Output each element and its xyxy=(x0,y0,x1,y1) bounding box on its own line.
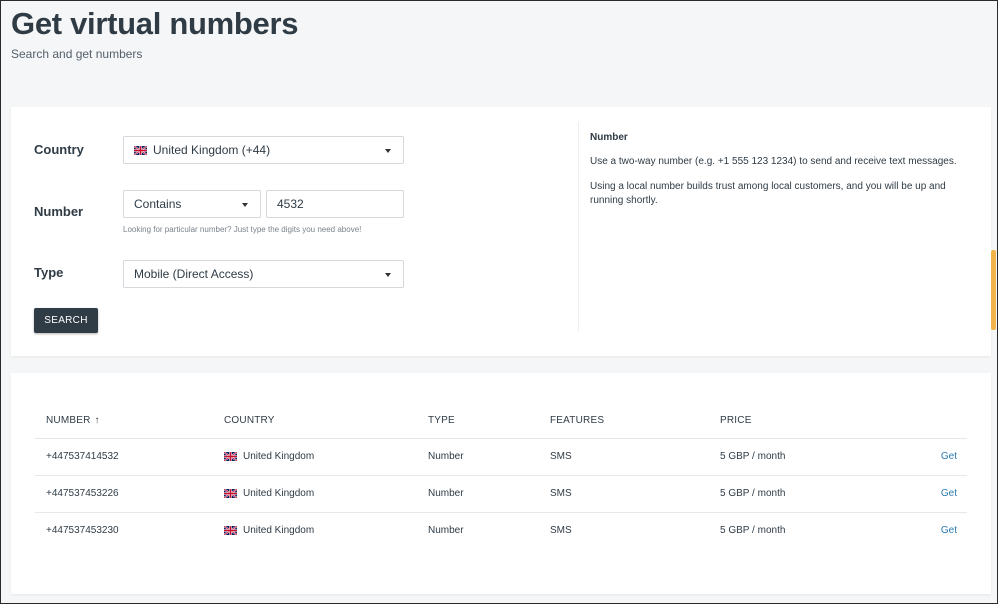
table-row: +447537453226 United Kingdom Number SMS … xyxy=(35,475,967,513)
cell-price: 5 GBP / month xyxy=(709,438,889,476)
cell-country: United Kingdom xyxy=(213,512,417,549)
get-number-link[interactable]: Get xyxy=(889,512,967,549)
search-card: Country United Kingdom (+44) Number Cont… xyxy=(11,107,991,356)
chevron-down-icon xyxy=(385,149,391,153)
number-hint: Looking for particular number? Just type… xyxy=(123,225,362,234)
get-number-link[interactable]: Get xyxy=(889,438,967,476)
scrollbar-thumb[interactable] xyxy=(991,250,996,330)
type-select-value: Mobile (Direct Access) xyxy=(134,267,254,281)
info-paragraph: Using a local number builds trust among … xyxy=(590,181,946,206)
info-title: Number xyxy=(590,132,628,143)
match-mode-value: Contains xyxy=(134,197,182,211)
info-paragraph: Use a two-way number (e.g. +1 555 123 12… xyxy=(590,156,957,167)
number-input-value: 4532 xyxy=(277,197,304,211)
cell-price: 5 GBP / month xyxy=(709,475,889,513)
cell-country-label: United Kingdom xyxy=(243,488,315,499)
type-label: Type xyxy=(34,265,64,280)
cell-country-label: United Kingdom xyxy=(243,451,315,462)
number-label: Number xyxy=(34,204,84,219)
uk-flag-icon xyxy=(224,451,237,461)
results-table: NUMBER ↑ COUNTRY TYPE FEATURES PRICE +447… xyxy=(35,403,967,549)
chevron-down-icon xyxy=(242,203,248,207)
cell-country: United Kingdom xyxy=(213,475,417,513)
get-number-link[interactable]: Get xyxy=(889,475,967,513)
cell-type: Number xyxy=(417,475,539,513)
column-header-number[interactable]: NUMBER ↑ xyxy=(35,403,213,439)
cell-price: 5 GBP / month xyxy=(720,525,786,537)
chevron-down-icon xyxy=(385,273,391,277)
cell-number: +447537453226 xyxy=(35,475,213,513)
column-header-label: NUMBER xyxy=(46,414,91,426)
column-header-country: COUNTRY xyxy=(213,403,417,439)
column-header-action xyxy=(889,403,967,439)
type-select[interactable]: Mobile (Direct Access) xyxy=(123,260,404,288)
card-divider xyxy=(578,122,579,332)
cell-country: United Kingdom xyxy=(213,438,417,476)
page-title: Get virtual numbers xyxy=(11,6,299,41)
cell-type: Number xyxy=(417,438,539,476)
cell-features: SMS xyxy=(539,475,709,513)
country-select-value: United Kingdom (+44) xyxy=(153,143,271,157)
page-header: Get virtual numbers Search and get numbe… xyxy=(11,6,298,61)
cell-type: Number xyxy=(428,525,464,537)
number-input[interactable]: 4532 xyxy=(266,190,404,218)
table-row: +447537414532 United Kingdom Number SMS … xyxy=(35,438,967,476)
table-header-row: NUMBER ↑ COUNTRY TYPE FEATURES PRICE xyxy=(35,403,967,439)
column-header-type: TYPE xyxy=(417,403,539,439)
column-header-price: PRICE xyxy=(709,403,889,439)
arrow-up-icon: ↑ xyxy=(94,414,100,426)
results-card: NUMBER ↑ COUNTRY TYPE FEATURES PRICE +447… xyxy=(11,373,991,594)
cell-country-label: United Kingdom xyxy=(243,525,315,537)
match-mode-select[interactable]: Contains xyxy=(123,190,261,218)
cell-features: SMS xyxy=(550,525,572,537)
uk-flag-icon xyxy=(224,488,237,498)
uk-flag-icon xyxy=(224,526,237,536)
country-select[interactable]: United Kingdom (+44) xyxy=(123,136,404,164)
country-label: Country xyxy=(34,142,84,157)
search-button[interactable]: SEARCH xyxy=(34,308,98,333)
uk-flag-icon xyxy=(134,145,147,155)
column-header-features: FEATURES xyxy=(539,403,709,439)
page-subtitle: Search and get numbers xyxy=(11,47,143,61)
info-panel: Number Use a two-way number (e.g. +1 555… xyxy=(590,131,970,219)
cell-number: +447537453230 xyxy=(46,525,119,537)
cell-features: SMS xyxy=(539,438,709,476)
table-row: +447537453230 United Kingdom Number SMS … xyxy=(35,512,967,549)
cell-number: +447537414532 xyxy=(35,438,213,476)
